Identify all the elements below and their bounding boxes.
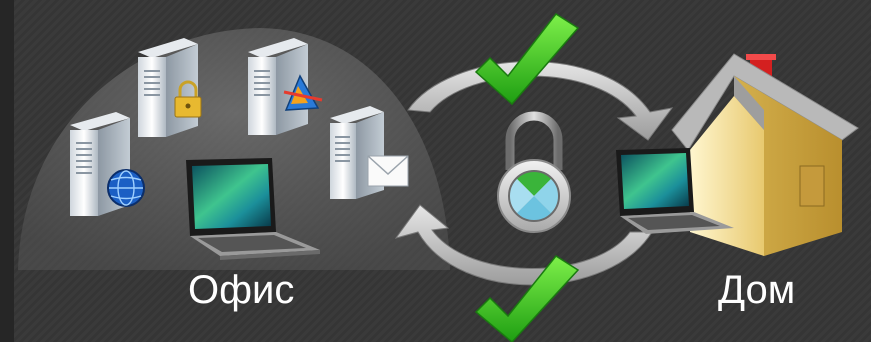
office-label: Офис <box>188 268 295 312</box>
padlock-icon <box>497 111 571 233</box>
checkmark-icon <box>474 13 580 106</box>
vpn-diagram: Офис Дом <box>0 0 871 342</box>
home-label: Дом <box>718 268 796 312</box>
